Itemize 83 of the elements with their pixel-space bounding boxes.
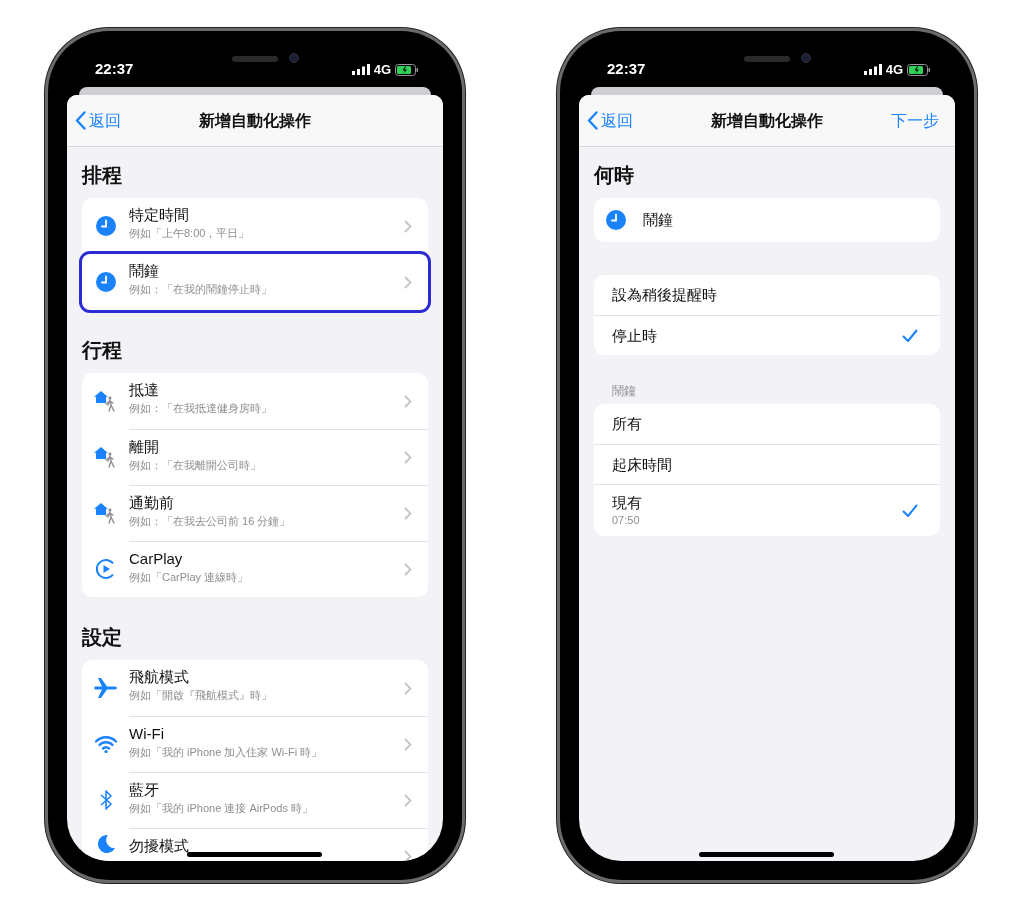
- moon-icon: [95, 834, 116, 854]
- clock-icon: [606, 210, 626, 230]
- trigger-title: 通勤前: [129, 493, 174, 513]
- section-label: 鬧鐘: [611, 383, 637, 399]
- trigger-example: 例如「上午8:00，平日」: [129, 226, 250, 241]
- trigger-title: 抵達: [129, 380, 159, 400]
- section-title: 行程: [82, 338, 123, 362]
- trigger-example: 例如：「在我去公司前 16 分鐘」: [129, 514, 291, 529]
- section-title: 設定: [82, 625, 123, 649]
- network-label: 4G: [885, 60, 903, 79]
- option-detail: 07:50: [612, 513, 641, 528]
- network-label: 4G: [373, 60, 391, 79]
- trigger-example: 例如「CarPlay 連線時」: [129, 570, 249, 585]
- trigger-title: 離開: [129, 437, 159, 457]
- trigger-row[interactable]: 飛航模式 例如「開啟『飛航模式』時」: [82, 660, 428, 716]
- trigger-title: 飛航模式: [129, 667, 189, 687]
- trigger-title: 特定時間: [129, 205, 189, 225]
- charging-battery-icon: [395, 63, 419, 76]
- chevron-right-icon: [404, 507, 412, 520]
- chevron-right-icon: [404, 451, 412, 464]
- option-label: 停止時: [612, 325, 658, 346]
- clock-icon: [95, 272, 116, 292]
- section-title: 排程: [82, 163, 123, 187]
- airplane-icon: [93, 677, 118, 699]
- trigger-row[interactable]: 離開 例如：「在我離開公司時」: [82, 429, 428, 485]
- trigger-title: Wi-Fi: [129, 724, 164, 744]
- screen-title: 新增自動化操作: [711, 110, 823, 131]
- chevron-left-icon: [587, 111, 598, 130]
- next-button[interactable]: 下一步: [891, 108, 939, 133]
- trigger-title: CarPlay: [129, 549, 183, 569]
- signal-icon: [351, 64, 370, 75]
- option-row[interactable]: 起床時間: [594, 444, 940, 484]
- trigger-example: 例如：「在我離開公司時」: [129, 458, 261, 473]
- option-label: 現有: [612, 493, 643, 513]
- chevron-right-icon: [404, 681, 412, 695]
- option-label: 所有: [612, 414, 643, 434]
- speaker-grille: [232, 56, 278, 62]
- chevron-right-icon: [404, 219, 412, 233]
- trigger-row[interactable]: 特定時間 例如「上午8:00，平日」: [82, 198, 428, 254]
- option-row[interactable]: 所有: [594, 404, 940, 444]
- status-time: 22:37: [95, 59, 134, 80]
- chevron-right-icon: [404, 738, 412, 751]
- trigger-example: 例如：「在我抵達健身房時」: [129, 401, 272, 416]
- option-label: 設為稍後提醒時: [612, 285, 718, 305]
- speaker-grille: [744, 56, 790, 62]
- trigger-title: 勿擾模式: [129, 836, 189, 856]
- option-row[interactable]: 設為稍後提醒時: [594, 275, 940, 315]
- front-camera: [801, 53, 811, 63]
- trigger-example: 例如「我的 iPhone 加入住家 Wi-Fi 時」: [129, 745, 323, 760]
- chevron-right-icon: [404, 794, 412, 807]
- chevron-right-icon: [404, 275, 412, 289]
- bluetooth-icon: [98, 789, 113, 811]
- back-button[interactable]: 返回: [587, 108, 633, 133]
- trigger-title: 藍牙: [129, 780, 159, 800]
- chevron-right-icon: [404, 850, 412, 861]
- status-time: 22:37: [607, 59, 646, 80]
- signal-icon: [863, 64, 882, 75]
- trigger-example: 例如「我的 iPhone 連接 AirPods 時」: [129, 801, 313, 816]
- option-row[interactable]: 停止時: [594, 315, 940, 355]
- trigger-row[interactable]: 抵達 例如：「在我抵達健身房時」: [82, 373, 428, 429]
- trigger-row[interactable]: 通勤前 例如：「在我去公司前 16 分鐘」: [82, 485, 428, 541]
- trigger-example: 例如「開啟『飛航模式』時」: [129, 688, 272, 703]
- checkmark-icon: [902, 503, 918, 518]
- option-label: 起床時間: [612, 454, 673, 475]
- chevron-left-icon: [75, 111, 86, 130]
- trigger-row[interactable]: 藍牙 例如「我的 iPhone 連接 AirPods 時」: [82, 772, 428, 828]
- trigger-row[interactable]: CarPlay 例如「CarPlay 連線時」: [82, 541, 428, 597]
- trigger-name: 鬧鐘: [643, 209, 673, 230]
- chevron-right-icon: [404, 563, 412, 576]
- back-button[interactable]: 返回: [75, 108, 121, 133]
- trigger-example: 例如：「在我的鬧鐘停止時」: [129, 282, 272, 297]
- trigger-title: 鬧鐘: [129, 261, 159, 281]
- clock-icon: [95, 216, 116, 236]
- trigger-row[interactable]: Wi-Fi 例如「我的 iPhone 加入住家 Wi-Fi 時」: [82, 716, 428, 772]
- charging-battery-icon: [907, 63, 931, 76]
- screen-title: 新增自動化操作: [199, 110, 311, 131]
- section-title: 何時: [594, 163, 635, 187]
- chevron-right-icon: [404, 394, 412, 408]
- wifi-icon: [93, 735, 118, 753]
- option-row[interactable]: 現有 07:50: [594, 484, 940, 536]
- front-camera: [289, 53, 299, 63]
- checkmark-icon: [902, 328, 918, 343]
- trigger-row[interactable]: 鬧鐘 例如：「在我的鬧鐘停止時」: [82, 254, 428, 310]
